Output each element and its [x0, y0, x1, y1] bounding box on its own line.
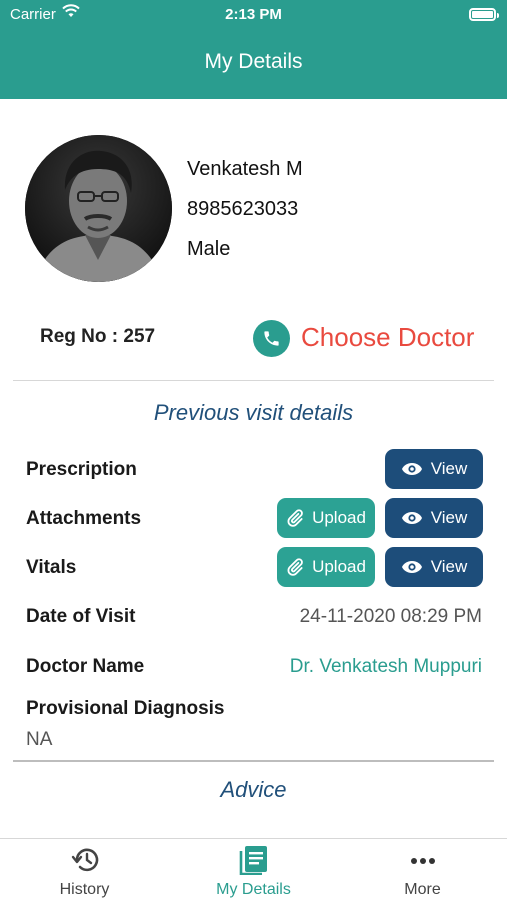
patient-phone: 8985623033	[187, 198, 299, 220]
attachments-view-button[interactable]: View	[385, 498, 483, 538]
divider	[13, 760, 494, 762]
tab-my-details-label: My Details	[216, 881, 291, 898]
history-icon	[67, 845, 103, 875]
eye-icon	[401, 463, 422, 475]
tab-bar: History My Details More	[0, 838, 507, 900]
eye-icon	[401, 512, 422, 524]
view-label: View	[430, 508, 468, 527]
upload-label: Upload	[312, 557, 366, 576]
header-bar: Carrier 2:13 PM My Details	[0, 0, 507, 99]
date-of-visit-label: Date of Visit	[26, 606, 136, 627]
reg-number: Reg No : 257	[40, 326, 156, 347]
page-title: My Details	[204, 50, 303, 73]
advice-title: Advice	[220, 777, 287, 802]
eye-icon	[401, 561, 422, 573]
paperclip-icon	[287, 509, 303, 527]
attachments-upload-button[interactable]: Upload	[277, 498, 375, 538]
phone-icon[interactable]	[253, 320, 290, 357]
upload-label: Upload	[312, 508, 366, 527]
doctor-name-value: Dr. Venkatesh Muppuri	[289, 656, 482, 677]
prescription-label: Prescription	[26, 459, 137, 480]
doctor-name-label: Doctor Name	[26, 656, 145, 677]
patient-name: Venkatesh M	[187, 158, 303, 180]
avatar	[25, 135, 172, 282]
provisional-diagnosis-value: NA	[26, 729, 53, 750]
view-label: View	[430, 557, 468, 576]
vitals-label: Vitals	[26, 557, 77, 578]
tab-history-label: History	[59, 881, 110, 898]
provisional-diagnosis-label: Provisional Diagnosis	[26, 698, 225, 719]
more-dots-icon	[405, 845, 441, 875]
attachments-label: Attachments	[26, 508, 142, 529]
prescription-view-button[interactable]: View	[385, 449, 483, 489]
clock: 2:13 PM	[225, 6, 282, 23]
battery-icon	[469, 8, 499, 21]
previous-visit-title: Previous visit details	[153, 400, 354, 425]
vitals-upload-button[interactable]: Upload	[277, 547, 375, 587]
divider	[13, 380, 494, 381]
tab-history[interactable]: History	[0, 839, 169, 900]
tab-more-label: More	[404, 881, 441, 898]
status-bar: Carrier 2:13 PM	[0, 0, 507, 30]
patient-gender: Male	[187, 238, 231, 260]
vitals-view-button[interactable]: View	[385, 547, 483, 587]
choose-doctor-button[interactable]: Choose Doctor	[301, 322, 474, 353]
date-of-visit-value: 24-11-2020 08:29 PM	[299, 606, 482, 627]
tab-my-details[interactable]: My Details	[169, 839, 338, 900]
tab-more[interactable]: More	[338, 839, 507, 900]
paperclip-icon	[287, 558, 303, 576]
view-label: View	[430, 459, 468, 478]
document-list-icon	[236, 845, 272, 876]
